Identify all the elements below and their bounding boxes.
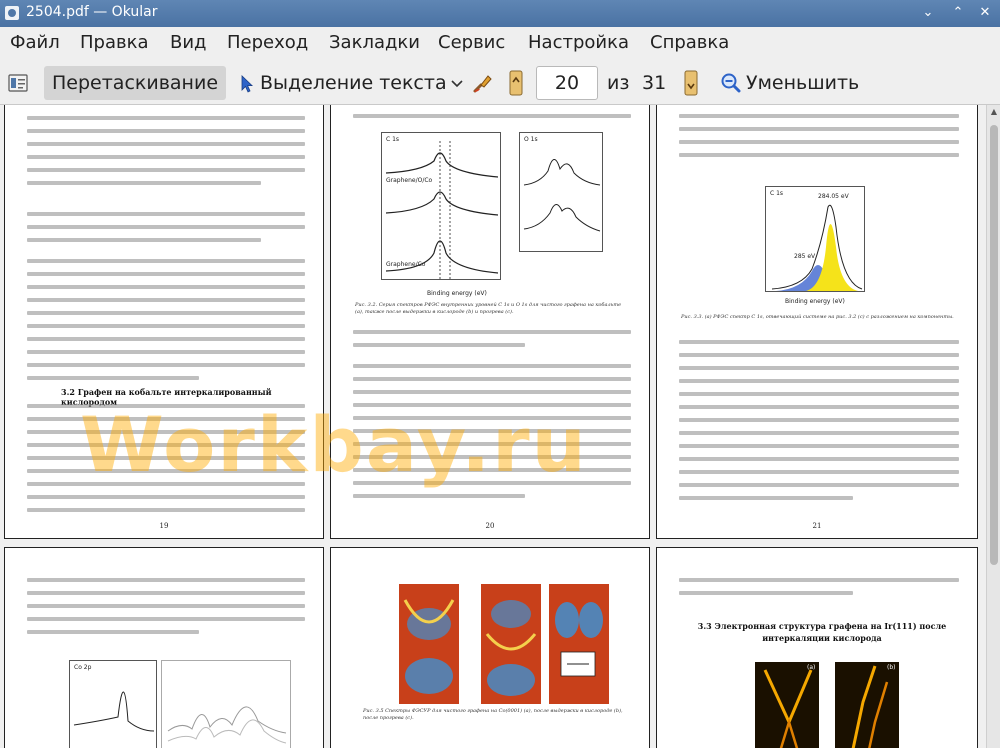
menu-bookmarks[interactable]: Закладки: [329, 32, 420, 53]
arpes-ir-map-a: (a): [755, 662, 819, 748]
page-text-block: [679, 340, 959, 509]
arpes-ir-map-b-pattern: [835, 662, 899, 748]
arpes-ir-map-a-pattern: [755, 662, 819, 748]
figure-caption: Рис. 3.2. Серия спектров РФЭС внутренних…: [355, 302, 622, 315]
browse-tool-button[interactable]: Перетаскивание: [44, 66, 227, 100]
window-title: 2504.pdf — Okular: [26, 4, 158, 20]
figure-caption: Рис. 3.3. (а) РФЭС спектр C 1s, отвечающ…: [681, 314, 954, 320]
zoom-out-button[interactable]: Уменьшить: [746, 66, 859, 100]
arpes-map-b: [481, 584, 541, 704]
page-text-block: [27, 578, 305, 643]
okular-app-icon: [5, 6, 19, 20]
sidebar-toggle-icon[interactable]: [8, 74, 28, 92]
arpes-ir-map-b: (b): [835, 662, 899, 748]
menu-file[interactable]: Файл: [10, 32, 60, 53]
page-of-label: из: [607, 72, 630, 94]
c1s-fit-figure: C 1s 284.05 eV 285 eV: [765, 186, 865, 292]
page-21[interactable]: C 1s 284.05 eV 285 eV Binding energy (eV…: [656, 105, 978, 539]
page-text-block: [679, 114, 959, 166]
page-text-block: [27, 212, 305, 251]
section-heading: 3.3 Электронная структура графена на Ir(…: [697, 621, 947, 643]
co-multiplet-curves: [167, 706, 287, 744]
arpes-map-c-pattern: [549, 584, 609, 704]
menu-view[interactable]: Вид: [170, 32, 207, 53]
minimize-button[interactable]: ⌄: [918, 3, 938, 23]
annotate-brush-icon[interactable]: [472, 72, 494, 94]
page-number: 20: [485, 522, 495, 530]
arpes-map-a-pattern: [399, 584, 459, 704]
arpes-map-a: [399, 584, 459, 704]
main-toolbar: Перетаскивание Выделение текста из 31 Ум…: [0, 61, 1000, 105]
title-bar[interactable]: 2504.pdf — Okular ⌄ ⌃ ✕: [0, 0, 1000, 27]
arpes-map-b-pattern: [481, 584, 541, 704]
previous-page-icon[interactable]: [509, 70, 523, 96]
x-axis-label: Binding energy (eV): [785, 298, 845, 305]
scrollbar-thumb[interactable]: [990, 125, 998, 565]
page-number: 21: [812, 522, 822, 530]
page-text-block: [353, 114, 631, 127]
xps-o1s-curves: [523, 159, 601, 232]
document-view[interactable]: 3.2 Графен на кобальте интеркалированный…: [0, 105, 986, 748]
scroll-up-arrow-icon[interactable]: ▲: [987, 105, 1000, 119]
close-button[interactable]: ✕: [975, 3, 995, 23]
panel-label: (b): [887, 664, 896, 671]
page-number-input[interactable]: [536, 66, 598, 100]
cursor-icon: [241, 75, 253, 93]
xps-c1s-curves: [385, 141, 499, 279]
next-page-icon[interactable]: [684, 70, 698, 96]
co2p-curves: [73, 691, 155, 732]
page-23[interactable]: Рис. 3.5 Спектры ФЭСУР для чистого графе…: [330, 547, 650, 748]
page-22[interactable]: Co 2p: [4, 547, 324, 748]
menu-tools[interactable]: Сервис: [438, 32, 505, 53]
page-19[interactable]: 3.2 Графен на кобальте интеркалированный…: [4, 105, 324, 539]
c1s-fit-curves: [771, 204, 863, 291]
page-text-block: [27, 116, 305, 194]
page-text-block: [353, 364, 631, 507]
menu-bar: Файл Правка Вид Переход Закладки Сервис …: [0, 27, 1000, 61]
xps-o1s-figure: O 1s: [519, 132, 603, 252]
page-20[interactable]: C 1s Graphene/O/Co Graphene/Co O 1s Bind…: [330, 105, 650, 539]
panel-label: (a): [807, 664, 816, 671]
page-text-block: [679, 578, 959, 604]
page-text-block: [27, 404, 305, 521]
xps-c1s-figure: C 1s Graphene/O/Co Graphene/Co: [381, 132, 501, 280]
menu-help[interactable]: Справка: [650, 32, 729, 53]
figure-caption: Рис. 3.5 Спектры ФЭСУР для чистого графе…: [363, 708, 623, 721]
menu-edit[interactable]: Правка: [80, 32, 149, 53]
x-axis-label: Binding energy (eV): [427, 290, 487, 297]
arpes-map-c: [549, 584, 609, 704]
maximize-button[interactable]: ⌃: [948, 3, 968, 23]
zoom-out-icon[interactable]: [721, 73, 741, 93]
menu-go[interactable]: Переход: [227, 32, 308, 53]
page-number: 19: [159, 522, 169, 530]
page-total-label: 31: [642, 72, 667, 94]
page-text-block: [353, 330, 631, 356]
co2p-figure: Co 2p: [69, 660, 157, 748]
text-select-tool-button[interactable]: Выделение текста: [260, 66, 447, 100]
co-multiplet-figure: [161, 660, 291, 748]
page-24[interactable]: 3.3 Электронная структура графена на Ir(…: [656, 547, 978, 748]
chevron-down-icon[interactable]: [451, 80, 463, 88]
menu-settings[interactable]: Настройка: [528, 32, 629, 53]
vertical-scrollbar[interactable]: ▲: [986, 105, 1000, 748]
page-text-block: [27, 259, 305, 389]
